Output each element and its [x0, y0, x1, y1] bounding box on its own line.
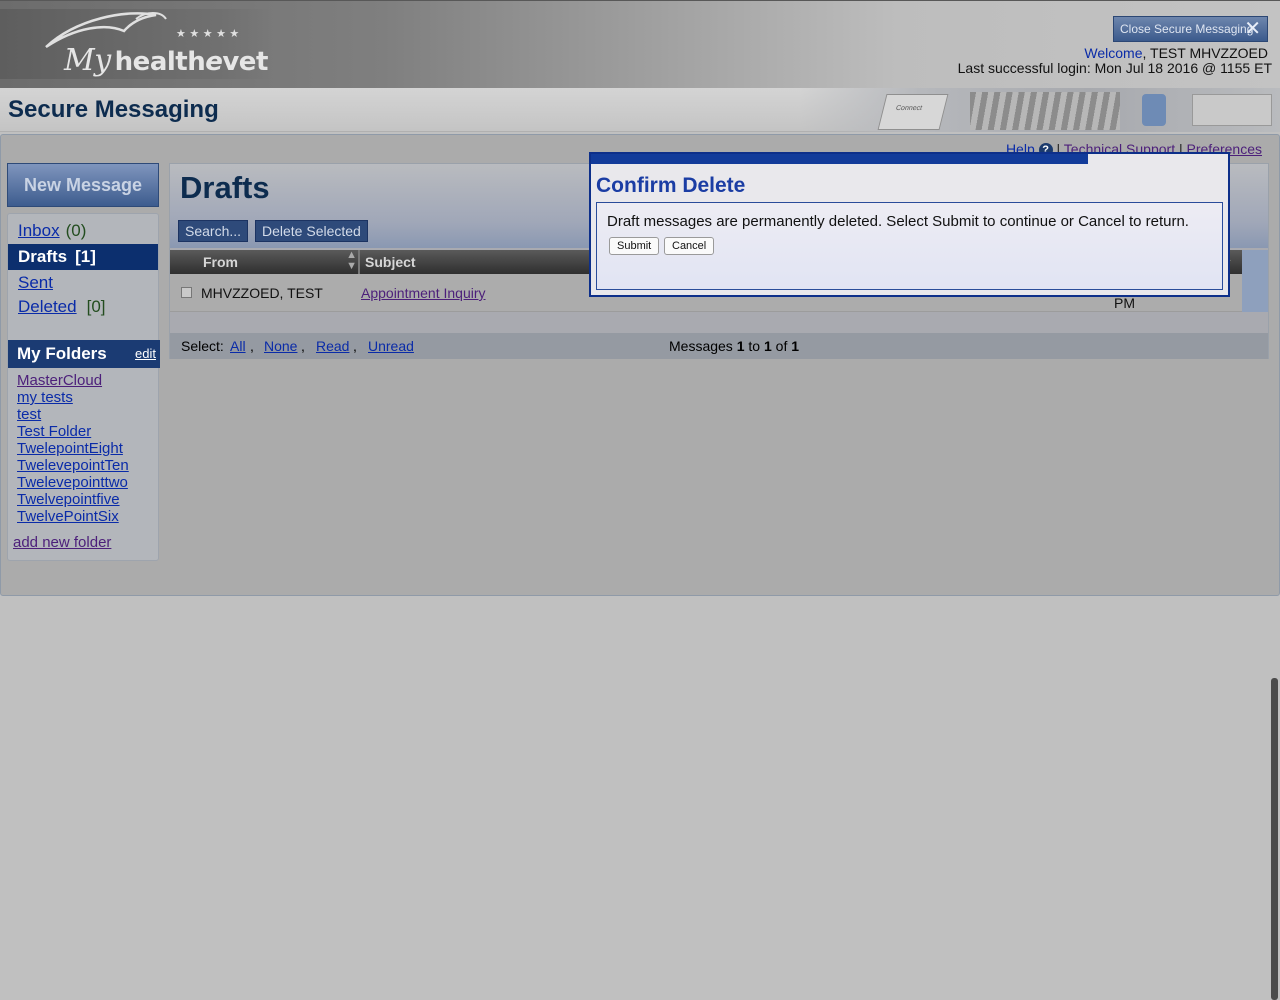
dialog-message: Draft messages are permanently deleted. …: [607, 213, 1189, 230]
user-name: , TEST MHVZZOED: [1142, 45, 1269, 61]
row-checkbox[interactable]: [181, 287, 192, 298]
sort-arrows-icon[interactable]: ▲ ▼: [346, 250, 357, 272]
header-photo-banner: Connect: [800, 88, 1280, 132]
svg-text:★ ★ ★ ★ ★: ★ ★ ★ ★ ★: [176, 27, 239, 40]
row-from: MHVZZOED, TEST: [201, 285, 323, 301]
table-scroll-column: [1242, 250, 1268, 312]
folder-link[interactable]: TwelepointEight: [17, 440, 129, 457]
select-separator: ,: [250, 338, 254, 354]
welcome-message: Welcome, TEST MHVZZOED: [1084, 45, 1268, 61]
column-header-from[interactable]: From ▲ ▼: [203, 250, 357, 274]
folder-link[interactable]: Twelvepointfive: [17, 491, 129, 508]
range-start: 1: [736, 338, 745, 354]
total-count: 1: [791, 338, 800, 354]
select-all-link[interactable]: All: [230, 333, 246, 359]
padlock-icon: [1142, 94, 1166, 126]
inbox-link[interactable]: Inbox: [18, 221, 60, 240]
folder-link[interactable]: Twelevepointtwo: [17, 474, 129, 491]
folder-title: Drafts: [180, 170, 270, 205]
close-secure-messaging-button[interactable]: Close Secure Messaging ✕: [1113, 16, 1268, 42]
search-button[interactable]: Search...: [178, 220, 249, 242]
to-word: to: [748, 338, 761, 354]
folder-link[interactable]: my tests: [17, 389, 129, 406]
custom-folder-list: MasterCloud my tests test Test Folder Tw…: [17, 372, 129, 525]
cancel-button[interactable]: Cancel: [664, 237, 715, 255]
close-button-label: Close Secure Messaging: [1120, 22, 1254, 36]
of-word: of: [775, 338, 788, 354]
submit-button[interactable]: Submit: [609, 237, 660, 255]
nav-item-drafts[interactable]: Drafts [1]: [8, 244, 158, 270]
deleted-count: [0]: [86, 297, 106, 316]
keyboard-key-image-2: [1192, 94, 1272, 126]
from-header-label: From: [203, 254, 238, 270]
my-folders-header: My Folders edit: [8, 340, 160, 368]
new-message-button[interactable]: New Message: [7, 163, 159, 207]
subject-header-label: Subject: [365, 254, 416, 270]
logo-wordmark: My healthevet: [64, 43, 268, 78]
drafts-label: Drafts: [18, 247, 68, 266]
my-folders-title: My Folders: [17, 344, 107, 363]
select-separator: ,: [301, 338, 305, 354]
select-label: Select:: [181, 338, 224, 354]
nav-item-sent[interactable]: Sent: [8, 270, 158, 296]
table-footer: Select: All , None , Read , Unread Messa…: [170, 333, 1268, 359]
messages-word: Messages: [669, 338, 733, 354]
add-new-folder-link[interactable]: add new folder: [13, 534, 111, 551]
range-end: 1: [763, 338, 772, 354]
folder-link[interactable]: Test Folder: [17, 423, 129, 440]
site-header: ★ ★ ★ ★ ★ My healthevet Close Secure Mess…: [0, 0, 1280, 88]
page-scrollbar[interactable]: [1271, 678, 1278, 1000]
keyboard-key-image: Connect: [877, 94, 949, 130]
message-count: Messages 1 to 1 of 1: [669, 333, 799, 359]
logo-health: health: [114, 47, 206, 77]
row-date: PM: [1114, 295, 1135, 311]
select-none-link[interactable]: None: [264, 333, 297, 359]
keyboard-strip-image: [970, 92, 1120, 130]
nav-item-deleted[interactable]: Deleted [0]: [8, 294, 158, 320]
folder-link[interactable]: TwelevepointTen: [17, 457, 129, 474]
logo-vet: vet: [222, 47, 268, 77]
close-icon: ✕: [1244, 18, 1261, 40]
drafts-count: [1]: [75, 247, 96, 266]
welcome-word: Welcome: [1084, 45, 1143, 61]
dialog-titlebar[interactable]: [591, 154, 1088, 164]
page-title: Secure Messaging: [8, 96, 219, 123]
nav-item-inbox[interactable]: Inbox (0): [8, 218, 158, 244]
delete-selected-button[interactable]: Delete Selected: [255, 220, 368, 242]
edit-folders-link[interactable]: edit: [135, 340, 156, 368]
folder-link[interactable]: TwelvePointSix: [17, 508, 129, 525]
deleted-link[interactable]: Deleted: [18, 297, 77, 316]
inbox-count: (0): [65, 221, 87, 240]
logo-my: My: [64, 43, 111, 78]
select-read-link[interactable]: Read: [316, 333, 349, 359]
dialog-body: Draft messages are permanently deleted. …: [596, 202, 1223, 290]
myhealthevet-logo[interactable]: ★ ★ ★ ★ ★ My healthevet: [0, 9, 272, 79]
sent-link[interactable]: Sent: [18, 273, 53, 292]
photo-key-text: Connect: [895, 105, 923, 112]
confirm-delete-dialog: Confirm Delete Draft messages are perman…: [589, 152, 1230, 297]
row-subject-link[interactable]: Appointment Inquiry: [361, 285, 486, 301]
dialog-title: Confirm Delete: [596, 174, 746, 197]
title-bar: Secure Messaging Connect: [0, 88, 1280, 132]
last-login-info: Last successful login: Mon Jul 18 2016 @…: [957, 60, 1272, 76]
select-unread-link[interactable]: Unread: [368, 333, 414, 359]
folder-link[interactable]: MasterCloud: [17, 372, 129, 389]
logo-e: e: [205, 47, 223, 77]
folder-nav-panel: Inbox (0) Drafts [1] Sent Deleted [0] My Fo…: [7, 213, 160, 561]
select-separator: ,: [353, 338, 357, 354]
folder-link[interactable]: test: [17, 406, 129, 423]
